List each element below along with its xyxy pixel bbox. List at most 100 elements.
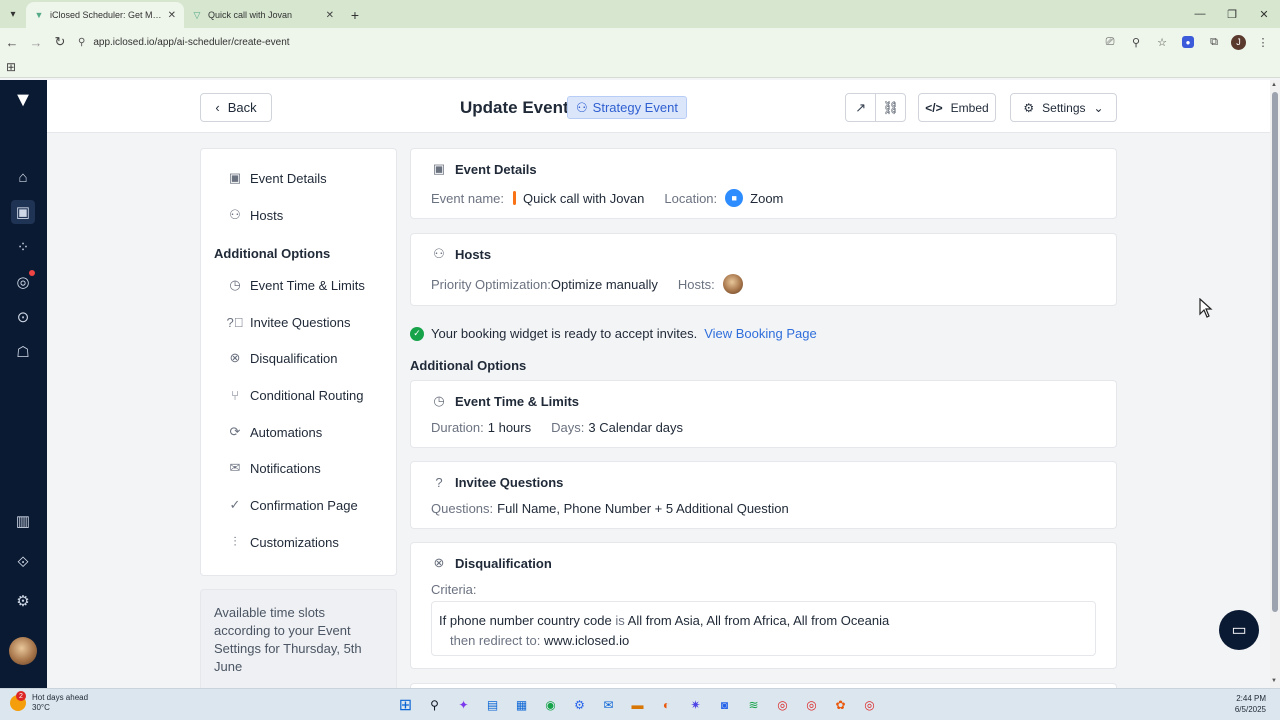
settings-dropdown[interactable]: ⚙ Settings ⌄ — [1010, 93, 1117, 122]
globe-icon[interactable]: ◎ — [11, 270, 35, 294]
clock-time: 2:44 PM — [1236, 694, 1266, 703]
weather-sun-icon: 2 — [10, 691, 26, 711]
search-icon[interactable]: ⚲ — [423, 693, 446, 716]
chrome-icon[interactable]: ◎ — [771, 693, 794, 716]
apps-icon[interactable]: ⁘ — [11, 235, 35, 259]
reload-icon[interactable]: ↻ — [48, 28, 72, 56]
event-details-card[interactable]: ▣ Event Details Event name: Quick call w… — [410, 148, 1117, 219]
settings-gear-icon[interactable]: ⚙ — [11, 589, 35, 613]
copy-link-icon[interactable]: ⛓ — [875, 94, 905, 121]
option-event-time-limits[interactable]: ◷ Event Time & Limits — [227, 277, 365, 293]
card-title-text: Event Time & Limits — [455, 393, 580, 409]
chat-support-button[interactable]: ▭ — [1219, 610, 1259, 650]
person-icon: ⚇ — [433, 246, 445, 261]
app-icon[interactable]: ◐ — [655, 693, 678, 716]
target-icon[interactable]: ⊙ — [11, 305, 35, 329]
mail-icon: ✉ — [229, 460, 241, 475]
scroll-down-icon[interactable]: ▼ — [1271, 678, 1277, 684]
integrations-icon[interactable]: ⟐ — [11, 550, 35, 574]
url-field[interactable]: ⚲ app.iclosed.io/app/ai-scheduler/create… — [78, 31, 1158, 53]
criteria-label: Criteria: — [431, 582, 477, 597]
option-event-details[interactable]: ▣ Event Details — [227, 170, 327, 186]
profile-avatar[interactable]: J — [1231, 34, 1246, 50]
card-title: ◷ Event Time & Limits — [431, 393, 579, 409]
minimize-icon[interactable]: — — [1184, 0, 1216, 28]
redirect-label: then redirect to: — [450, 633, 541, 648]
option-notifications[interactable]: ✉ Notifications — [227, 460, 321, 476]
maximize-icon[interactable]: ❐ — [1216, 0, 1248, 28]
close-tab-icon[interactable]: ✕ — [168, 10, 176, 21]
page-scrollbar[interactable]: ▲ ▼ — [1270, 80, 1280, 688]
browser-tab-active[interactable]: ▼ iClosed Scheduler: Get More Le ✕ — [26, 2, 184, 28]
book-icon[interactable]: ▥ — [11, 509, 35, 533]
window-controls: — ❐ ✕ — [1184, 0, 1280, 28]
chrome-profile-icon[interactable]: ◎ — [800, 693, 823, 716]
gear-icon: ⚙ — [1023, 100, 1035, 115]
new-tab-icon[interactable]: + — [342, 2, 368, 28]
option-customizations[interactable]: ⫶ Customizations — [227, 534, 339, 550]
system-clock[interactable]: 2:44 PM 6/5/2025 — [1235, 693, 1266, 715]
iclosed-logo-icon[interactable]: ▼ — [12, 90, 34, 110]
disqualification-card[interactable]: ⊗ Disqualification Criteria: If phone nu… — [410, 542, 1117, 669]
weather-widget[interactable]: 2 Hot days ahead 30°C — [10, 691, 88, 713]
zoom-video-icon: ■ — [725, 189, 744, 207]
option-disqualification[interactable]: ⊗ Disqualification — [227, 350, 338, 366]
view-booking-page-link[interactable]: View Booking Page — [704, 326, 817, 341]
contacts-icon[interactable]: ☖ — [11, 340, 35, 364]
option-automations[interactable]: ⟳ Automations — [227, 424, 323, 440]
settings-app-icon[interactable]: ⚙ — [568, 693, 591, 716]
criteria-condition: If phone number country code — [439, 613, 612, 628]
scrollbar-thumb[interactable] — [1272, 92, 1278, 612]
event-type-badge[interactable]: ⚇ Strategy Event — [567, 96, 687, 119]
install-app-icon[interactable]: ⎚ — [1101, 33, 1119, 51]
close-window-icon[interactable]: ✕ — [1248, 0, 1280, 28]
additional-options-heading: Additional Options — [410, 358, 527, 373]
weather-temp: 30°C — [32, 703, 50, 712]
app-icon[interactable]: ✿ — [829, 693, 852, 716]
option-conditional-routing[interactable]: ⑂ Conditional Routing — [227, 387, 363, 403]
host-avatar — [722, 274, 743, 294]
home-icon[interactable]: ⌂ — [11, 165, 35, 189]
option-invitee-questions[interactable]: ?⃝ Invitee Questions — [227, 314, 351, 330]
criteria-row: Criteria: — [431, 582, 477, 597]
close-tab-icon[interactable]: ✕ — [326, 10, 334, 21]
option-hosts[interactable]: ⚇ Hosts — [227, 207, 283, 223]
chrome-icon[interactable]: ◎ — [858, 693, 881, 716]
duration-label: Duration: — [431, 420, 484, 435]
calendar-icon: ▣ — [432, 161, 446, 176]
event-time-limits-card[interactable]: ◷ Event Time & Limits Duration: 1 hours … — [410, 380, 1117, 448]
scroll-up-icon[interactable]: ▲ — [1271, 82, 1277, 88]
option-confirmation-page[interactable]: ✓ Confirmation Page — [227, 497, 358, 513]
tab-search-chevron-icon[interactable]: ▾ — [0, 0, 26, 28]
copilot-icon[interactable]: ✦ — [452, 693, 475, 716]
store-icon[interactable]: ▤ — [481, 693, 504, 716]
windows-start-icon[interactable]: ⊞ — [394, 693, 417, 716]
zoom-icon[interactable]: ⚲ — [1127, 33, 1145, 51]
calculator-icon[interactable]: ▦ — [510, 693, 533, 716]
zoom-app-icon[interactable]: ◙ — [713, 693, 736, 716]
whatsapp-icon[interactable]: ◉ — [539, 693, 562, 716]
back-button[interactable]: ‹ Back — [200, 93, 272, 122]
bookmarks-bar: ⊞ — [0, 56, 1280, 78]
app-sidebar: ▼ ⌂ ▣ ⁘ ◎ ⊙ ☖ ▥ ⟐ ⚙ — [0, 80, 47, 688]
browser-tab[interactable]: ▽ Quick call with Jovan ✕ — [184, 2, 342, 28]
bookmark-star-icon[interactable]: ☆ — [1153, 33, 1171, 51]
calendar-nav-icon[interactable]: ▣ — [11, 200, 35, 224]
invitee-questions-card[interactable]: ? Invitee Questions Questions: Full Name… — [410, 461, 1117, 529]
outlook-icon[interactable]: ✉ — [597, 693, 620, 716]
extension-badge-icon[interactable]: ● — [1179, 33, 1197, 51]
user-avatar[interactable] — [9, 637, 37, 665]
hosts-card[interactable]: ⚇ Hosts Priority Optimization: Optimize … — [410, 233, 1117, 306]
forward-arrow-icon[interactable]: → — [24, 28, 48, 56]
file-explorer-icon[interactable]: ▬ — [626, 693, 649, 716]
open-external-icon[interactable]: ↗ — [846, 94, 875, 121]
spotify-icon[interactable]: ≋ — [742, 693, 765, 716]
back-arrow-icon[interactable]: ← — [0, 28, 24, 56]
app-icon[interactable]: ✷ — [684, 693, 707, 716]
iclosed-favicon-icon: ▽ — [193, 9, 201, 20]
extensions-puzzle-icon[interactable]: ⧉ — [1205, 33, 1223, 51]
embed-button[interactable]: </> Embed — [918, 93, 996, 122]
apps-grid-icon[interactable]: ⊞ — [6, 60, 16, 74]
browser-menu-icon[interactable]: ⋮ — [1254, 33, 1272, 51]
site-info-icon[interactable]: ⚲ — [78, 37, 85, 48]
